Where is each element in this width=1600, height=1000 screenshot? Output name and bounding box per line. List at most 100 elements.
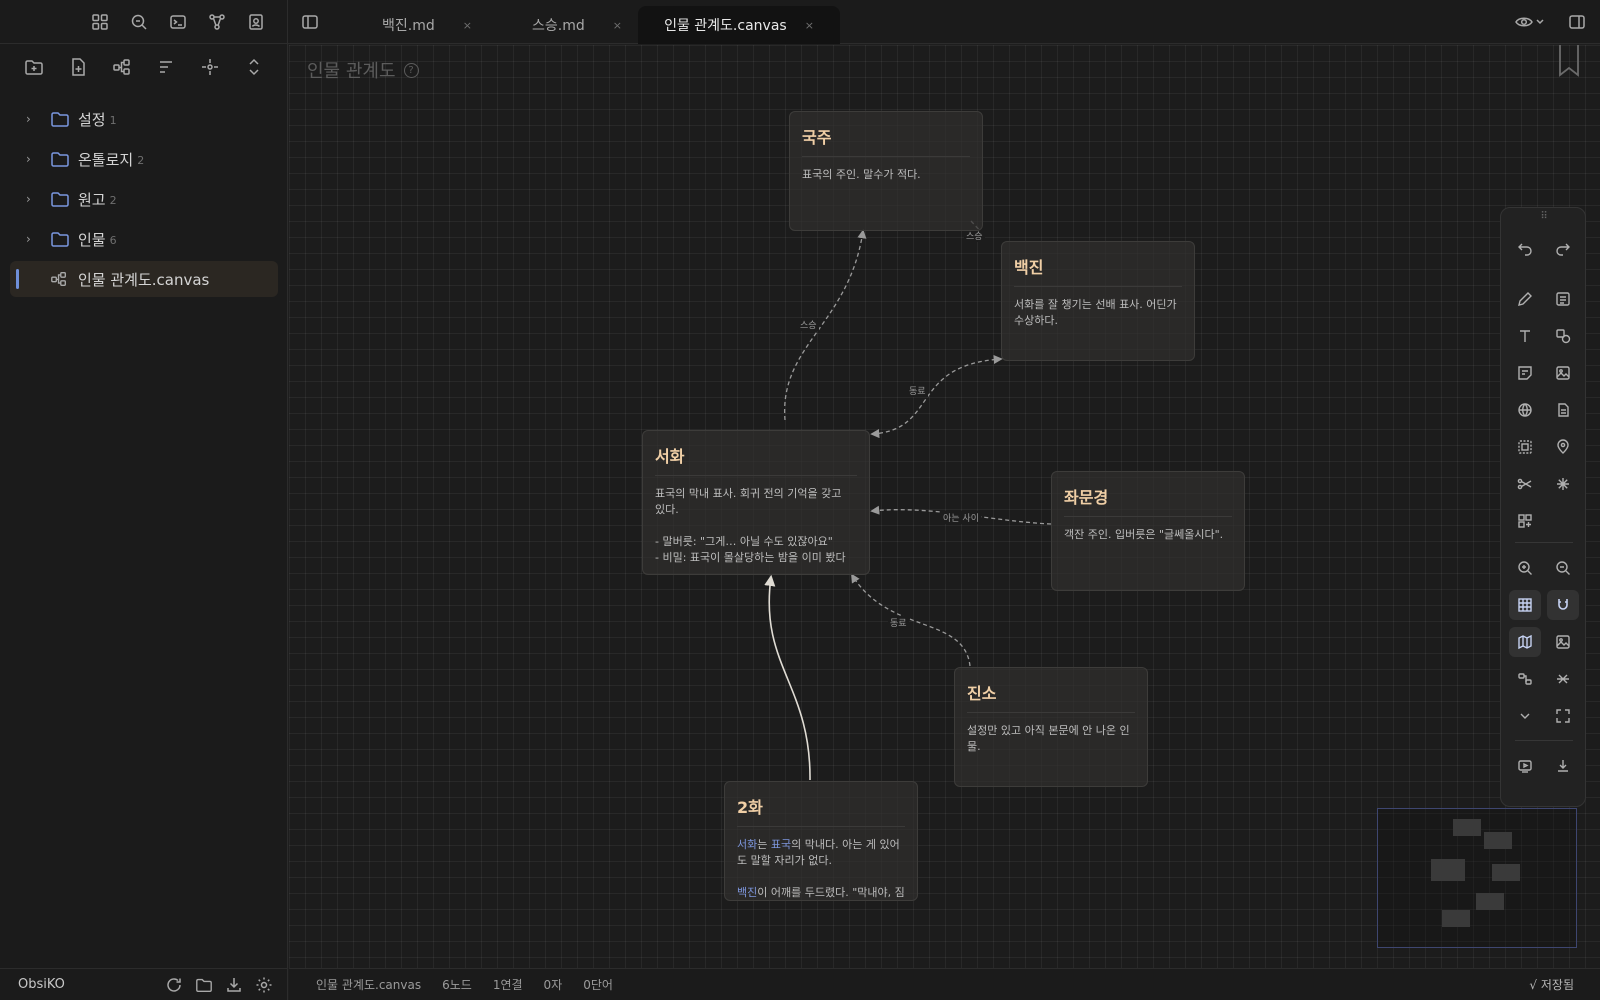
image-export-icon[interactable] [1547,627,1579,657]
node-text: 백진이 어깨를 두드렸다. "막내야, 짐 [737,885,905,900]
node-text-segment: 는 [757,838,771,851]
arrange-icon[interactable] [1509,664,1541,694]
minimap-node [1492,864,1520,881]
chevron-right-icon[interactable]: › [26,152,48,166]
new-folder-icon[interactable] [22,55,46,79]
tab-baekjin[interactable]: 백진.md × [368,6,486,44]
contact-card-icon[interactable] [244,10,268,34]
zoom-out-icon[interactable] [1547,553,1579,583]
sticky-note-icon[interactable] [1509,358,1541,388]
globe-icon[interactable] [1509,395,1541,425]
expand-collapse-icon[interactable] [242,55,266,79]
edge-jinso-seohwa[interactable] [851,573,971,667]
tree-folder-characters[interactable]: › 인물 6 [10,221,278,257]
chevron-right-icon[interactable]: › [26,232,48,246]
edge-ep2-seohwa[interactable] [764,574,811,781]
saved-indicator: √ 저장됨 [1529,978,1574,992]
tab-close-icon[interactable]: × [805,19,814,32]
image-icon[interactable] [1547,358,1579,388]
sparkle-icon[interactable] [1547,469,1579,499]
graph-icon[interactable] [205,10,229,34]
status-file-name: 인물 관계도.canvas [316,978,422,992]
sort-icon[interactable] [154,55,178,79]
edge-label[interactable]: 스승 [798,318,819,331]
terminal-icon[interactable] [166,10,190,34]
node-baekjin[interactable]: 백진 서화를 잘 챙기는 선배 표사. 어딘가 수상하다. [1001,241,1195,361]
location-pin-icon[interactable] [1547,432,1579,462]
internal-link[interactable]: 표국 [771,838,791,851]
search-icon[interactable] [127,10,151,34]
tree-folder-ontology[interactable]: › 온톨로지 2 [10,141,278,177]
node-gukju[interactable]: 국주 표국의 주인. 말수가 적다. [789,111,983,231]
export-download-icon[interactable] [1547,751,1579,781]
grid-view-icon[interactable] [88,10,112,34]
tree-file-active-canvas[interactable]: 인물 관계도.canvas [10,261,278,297]
file-tree: › 설정 1 › 온톨로지 2 › 원고 2 › 인물 6 인물 관계도.can… [10,101,278,301]
edge-label[interactable]: 아는 사이 [941,511,981,524]
fullscreen-icon[interactable] [1547,701,1579,731]
edge-seohwa-gukju[interactable] [784,229,867,421]
node-title: 서화 [655,443,857,476]
tree-item-count: 1 [109,113,117,127]
canvas-minimap[interactable] [1377,808,1577,948]
new-canvas-icon[interactable] [110,55,134,79]
chevron-right-icon[interactable]: › [26,192,48,206]
internal-link[interactable]: 백진 [737,886,757,899]
tab-bar: 백진.md × 스승.md × 인물 관계도.canvas × [288,0,1600,44]
tab-label: 백진.md [382,18,435,34]
edge-label[interactable]: 동료 [888,616,909,629]
text-icon[interactable] [1509,321,1541,351]
status-char-count: 0자 [543,978,563,992]
download-icon[interactable] [224,975,244,995]
group-select-icon[interactable] [1509,432,1541,462]
refresh-icon[interactable] [164,975,184,995]
drag-handle-icon[interactable]: ⠿ [1501,211,1587,222]
open-folder-icon[interactable] [194,975,214,995]
note-card-icon[interactable] [1547,284,1579,314]
document-icon[interactable] [1547,395,1579,425]
reading-view-icon[interactable] [1512,11,1548,33]
tab-seuseung[interactable]: 스승.md × [518,6,636,44]
shapes-icon[interactable] [1547,321,1579,351]
tab-close-icon[interactable]: × [613,19,622,32]
connect-icon[interactable] [1509,469,1541,499]
chevron-right-icon[interactable]: › [26,112,48,126]
minimap-node [1431,859,1465,881]
redo-icon[interactable] [1547,234,1579,264]
tab-close-icon[interactable]: × [463,19,472,32]
tree-item-label: 온톨로지 [78,150,134,169]
vault-switcher[interactable]: ObsiKO [18,977,164,992]
present-icon[interactable] [1509,751,1541,781]
node-episode-2[interactable]: 2화 서화는 표국의 막내다. 아는 게 있어 도 말할 자리가 없다. 백진이… [724,781,918,901]
grid-toggle-icon[interactable] [1509,590,1541,620]
edge-seohwa-baekjin[interactable] [870,354,1003,439]
sidebar-footer: ObsiKO [0,968,288,1000]
add-widget-icon[interactable] [1509,506,1541,536]
reveal-active-file-icon[interactable] [198,55,222,79]
toolbar-divider [1515,740,1573,741]
node-seohwa[interactable]: 서화 표국의 막내 표사. 회귀 전의 기억을 갖고 있다. - 말버릇: "그… [642,430,870,575]
node-jinso[interactable]: 진소 설정만 있고 아직 본문에 안 나온 인 물. [954,667,1148,787]
settings-gear-icon[interactable] [254,975,274,995]
node-text-segment: 이 어깨를 두드렸다. "막내야, 짐 [757,886,905,899]
node-text: 표국의 막내 표사. 회귀 전의 기억을 갖고 있다. - 말버릇: "그게… … [655,487,846,564]
new-note-icon[interactable] [66,55,90,79]
toggle-sidebar-icon[interactable] [299,11,321,33]
tab-label: 스승.md [532,18,585,34]
app-window: › 설정 1 › 온톨로지 2 › 원고 2 › 인물 6 인물 관계도.can… [0,0,1600,1000]
chevron-down-icon[interactable] [1509,701,1541,731]
snap-magnet-icon[interactable] [1547,590,1579,620]
internal-link[interactable]: 서화 [737,838,757,851]
collapse-arrows-icon[interactable] [1547,664,1579,694]
toggle-right-sidebar-icon[interactable] [1566,11,1588,33]
tab-relationship-canvas[interactable]: 인물 관계도.canvas × [638,6,840,44]
tree-folder-manuscript[interactable]: › 원고 2 [10,181,278,217]
zoom-in-icon[interactable] [1509,553,1541,583]
undo-icon[interactable] [1509,234,1541,264]
map-icon[interactable] [1509,627,1541,657]
edge-label[interactable]: 동료 [907,384,928,397]
node-jwamungyeong[interactable]: 좌문경 객잔 주인. 입버릇은 "글쎄올시다". [1051,471,1245,591]
left-sidebar: › 설정 1 › 온톨로지 2 › 원고 2 › 인물 6 인물 관계도.can… [0,0,288,1000]
tree-folder-settings[interactable]: › 설정 1 [10,101,278,137]
pen-icon[interactable] [1509,284,1541,314]
